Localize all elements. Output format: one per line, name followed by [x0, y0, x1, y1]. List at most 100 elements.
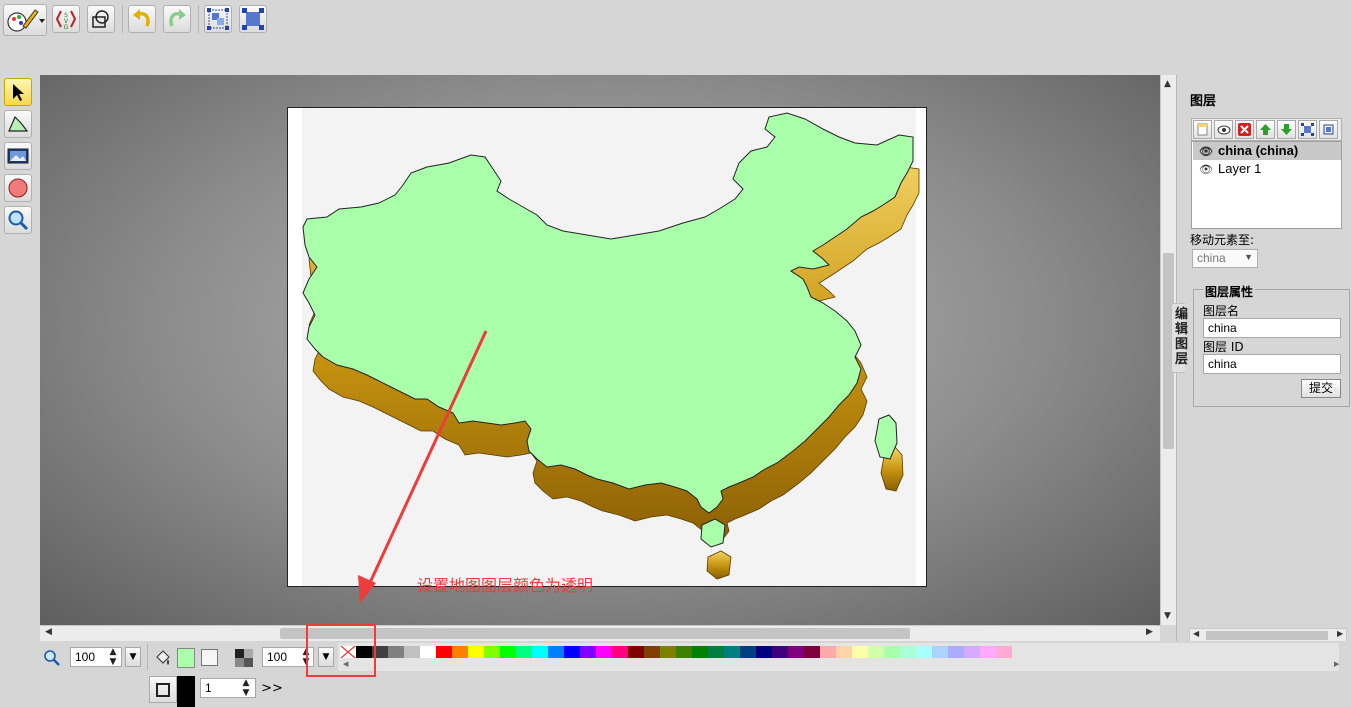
move-layer-down-button[interactable]	[1277, 120, 1296, 139]
palette-swatch[interactable]	[884, 646, 900, 658]
svg-text:G: G	[64, 24, 69, 31]
zoom-dropdown-button[interactable]: ▼	[125, 647, 141, 667]
palette-swatch[interactable]	[516, 646, 532, 658]
palette-swatch[interactable]	[484, 646, 500, 658]
palette-swatch[interactable]	[868, 646, 884, 658]
layer-row-selected[interactable]: 👁 china (china)	[1193, 142, 1341, 160]
canvas-workarea[interactable]: 设置地图图层颜色为透明	[40, 75, 1160, 625]
horizontal-scrollbar[interactable]: ◀ ▶	[40, 625, 1160, 641]
edit-layers-tab[interactable]: 编辑图层	[1175, 307, 1188, 367]
palette-swatch[interactable]	[532, 646, 548, 658]
palette-swatch[interactable]	[932, 646, 948, 658]
undo-button[interactable]	[128, 5, 156, 33]
palette-swatch[interactable]	[612, 646, 628, 658]
layer-more-button[interactable]	[1319, 120, 1338, 139]
palette-swatch[interactable]	[644, 646, 660, 658]
palette-swatch[interactable]	[564, 646, 580, 658]
scroll-down-arrow-icon[interactable]: ▼	[1164, 611, 1171, 621]
fill-none-swatch[interactable]	[201, 649, 218, 666]
palette-swatch[interactable]	[820, 646, 836, 658]
palette-swatch[interactable]	[580, 646, 596, 658]
palette-swatch[interactable]	[836, 646, 852, 658]
palette-scroll-right-icon[interactable]: ▶	[1334, 660, 1339, 668]
svg-source-button[interactable]: S V G	[52, 5, 80, 33]
palette-swatch[interactable]	[964, 646, 980, 658]
palette-swatch[interactable]	[708, 646, 724, 658]
palette-swatch[interactable]	[916, 646, 932, 658]
palette-swatch[interactable]	[660, 646, 676, 658]
palette-swatch[interactable]	[740, 646, 756, 658]
group-button[interactable]	[204, 5, 232, 33]
select-tool-button[interactable]	[4, 78, 32, 106]
zoom-tool-button[interactable]	[4, 206, 32, 234]
zoom-tool-icon	[8, 210, 29, 231]
scroll-right-arrow-icon[interactable]: ▶	[1337, 629, 1343, 638]
opacity-icon	[235, 649, 253, 667]
layer-id-input[interactable]: china	[1203, 354, 1341, 374]
image-tool-button[interactable]	[4, 142, 32, 170]
fill-color-swatch[interactable]	[177, 648, 195, 668]
ellipse-tool-button[interactable]	[4, 174, 32, 202]
palette-swatch[interactable]	[852, 646, 868, 658]
palette-swatch[interactable]	[692, 646, 708, 658]
merge-layer-button[interactable]	[1298, 120, 1317, 139]
palette-swatch[interactable]	[628, 646, 644, 658]
layer-name-input[interactable]: china	[1203, 318, 1341, 338]
zoom-spinner[interactable]: ▲ ▼	[107, 647, 119, 667]
stroke-width-spinner[interactable]: ▲ ▼	[240, 678, 252, 698]
palette-swatch[interactable]	[788, 646, 804, 658]
panel-horizontal-scrollbar[interactable]: ◀ ▶	[1189, 628, 1347, 642]
wireframe-button[interactable]	[87, 5, 115, 33]
new-layer-icon	[1197, 123, 1208, 136]
scroll-left-arrow-icon[interactable]: ◀	[45, 627, 52, 637]
move-layer-up-button[interactable]	[1256, 120, 1275, 139]
delete-layer-button[interactable]	[1235, 120, 1254, 139]
scroll-up-arrow-icon[interactable]: ▲	[1164, 79, 1171, 89]
palette-swatch[interactable]	[724, 646, 740, 658]
palette-swatch[interactable]	[772, 646, 788, 658]
panel-scroll-thumb[interactable]	[1206, 631, 1328, 640]
palette-swatch[interactable]	[596, 646, 612, 658]
layer-name: Layer 1	[1218, 161, 1262, 176]
palette-swatch[interactable]	[500, 646, 516, 658]
palette-swatch[interactable]	[388, 646, 404, 658]
palette-swatch[interactable]	[404, 646, 420, 658]
redo-button[interactable]	[163, 5, 191, 33]
palette-swatch[interactable]	[676, 646, 692, 658]
layer-row[interactable]: 👁 Layer 1	[1193, 160, 1341, 178]
palette-swatch[interactable]	[980, 646, 996, 658]
palette-swatch[interactable]	[420, 646, 436, 658]
scroll-left-arrow-icon[interactable]: ◀	[1193, 629, 1199, 638]
image-tool-icon	[7, 148, 29, 164]
color-palette: ◀ ▶	[338, 643, 1339, 671]
toggle-layer-visibility-button[interactable]	[1214, 120, 1233, 139]
eye-icon[interactable]: 👁	[1199, 143, 1213, 161]
palette-swatch[interactable]	[436, 646, 452, 658]
new-layer-button[interactable]	[1193, 120, 1212, 139]
annotation-text: 设置地图图层颜色为透明	[417, 576, 594, 595]
palette-swatch[interactable]	[548, 646, 564, 658]
more-options-button[interactable]: >>	[259, 678, 285, 700]
palette-swatch[interactable]	[900, 646, 916, 658]
palette-swatch[interactable]	[804, 646, 820, 658]
scroll-right-arrow-icon[interactable]: ▶	[1146, 627, 1153, 637]
palette-swatch[interactable]	[468, 646, 484, 658]
main-menu-button[interactable]	[3, 4, 47, 36]
stroke-color-swatch[interactable]	[177, 676, 195, 707]
palette-swatch[interactable]	[996, 646, 1012, 658]
main-toolbar: S V G	[0, 0, 1351, 75]
bottom-toolbar: 100 ▲ ▼ ▼ 100 ▲ ▼ ▼ ◀ ▶ 1 ▲ ▼ >>	[0, 624, 1351, 707]
stroke-style-button[interactable]	[149, 676, 177, 703]
path-tool-button[interactable]	[4, 110, 32, 138]
palette-swatch[interactable]	[756, 646, 772, 658]
palette-swatch[interactable]	[948, 646, 964, 658]
delete-icon	[1238, 123, 1251, 136]
eye-icon	[1217, 125, 1230, 134]
ungroup-button[interactable]	[239, 5, 267, 33]
eye-icon[interactable]: 👁	[1199, 161, 1213, 179]
move-to-select[interactable]: china ▼	[1192, 249, 1258, 268]
chevron-down-icon: ▼	[129, 652, 137, 662]
palette-swatch[interactable]	[452, 646, 468, 658]
group-icon	[1301, 123, 1314, 136]
submit-button[interactable]: 提交	[1301, 379, 1341, 398]
